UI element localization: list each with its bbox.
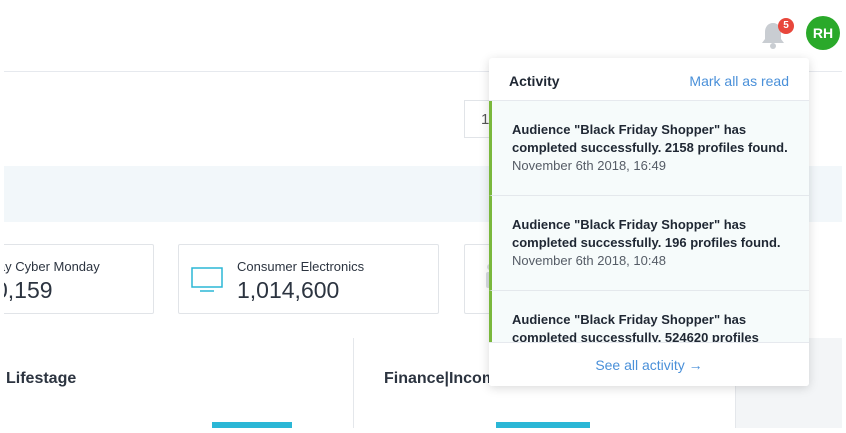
chart-bar	[496, 422, 590, 428]
stat-card-value: 0,159	[4, 277, 53, 303]
stat-card-label: Consumer Electronics	[237, 259, 365, 274]
see-all-activity-link[interactable]: See all activity →	[595, 357, 702, 373]
tv-icon	[191, 267, 223, 292]
activity-message: Audience "Black Friday Shopper" has comp…	[512, 312, 759, 342]
mark-all-read-link[interactable]: Mark all as read	[689, 73, 789, 89]
stat-card-consumer-electronics[interactable]: Consumer Electronics 1,014,600	[178, 244, 439, 314]
activity-title: Activity	[509, 73, 560, 89]
activity-header: Activity Mark all as read	[489, 58, 809, 101]
stat-card-cyber-monday[interactable]: lay Cyber Monday 0,159	[4, 244, 154, 314]
activity-footer: See all activity →	[489, 342, 809, 386]
notification-count-badge: 5	[778, 18, 794, 34]
panel-title: Lifestage	[6, 370, 77, 387]
user-avatar[interactable]: RH	[806, 16, 840, 50]
panel-title: Finance|Incom	[384, 370, 497, 387]
activity-message: Audience "Black Friday Shopper" has comp…	[512, 217, 781, 250]
activity-item[interactable]: Audience "Black Friday Shopper" has comp…	[489, 291, 809, 342]
activity-item[interactable]: Audience "Black Friday Shopper" has comp…	[489, 101, 809, 196]
activity-item[interactable]: Audience "Black Friday Shopper" has comp…	[489, 196, 809, 291]
activity-message: Audience "Black Friday Shopper" has comp…	[512, 122, 788, 155]
panel-lifestage: Lifestage	[4, 338, 354, 428]
activity-list[interactable]: Audience "Black Friday Shopper" has comp…	[489, 101, 809, 342]
activity-dropdown: Activity Mark all as read Audience "Blac…	[489, 58, 809, 386]
activity-time: November 6th 2018, 16:49	[512, 158, 666, 173]
chart-bar	[212, 422, 292, 428]
stat-card-label: lay Cyber Monday	[4, 259, 100, 274]
app-frame: 5 RH 12 lay Cyber Monday 0,159 Consumer …	[4, 0, 842, 428]
activity-time: November 6th 2018, 10:48	[512, 253, 666, 268]
stat-card-value: 1,014,600	[237, 277, 340, 303]
